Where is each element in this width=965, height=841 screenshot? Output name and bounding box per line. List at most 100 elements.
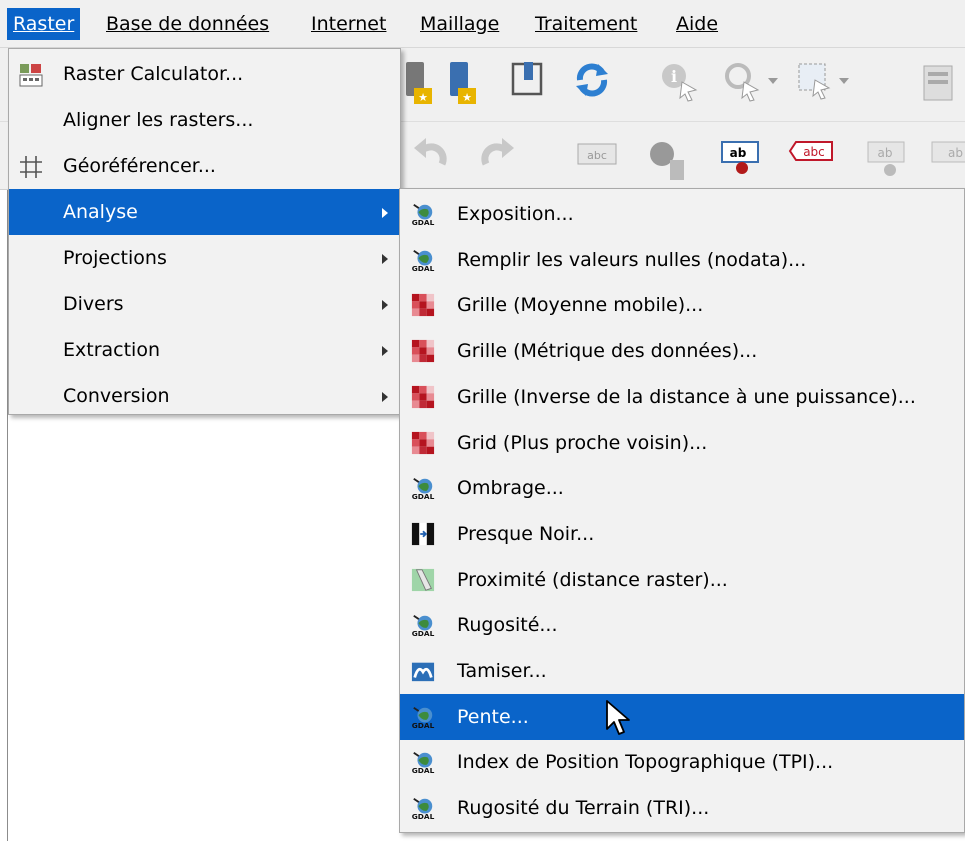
analyse-label: Analyse — [63, 201, 138, 223]
grid-red-icon — [411, 385, 435, 408]
projections-item[interactable]: Projections — [9, 235, 400, 281]
svg-text:GDAL: GDAL — [412, 629, 435, 637]
svg-text:GDAL: GDAL — [412, 721, 435, 729]
analyse-submenu-item[interactable]: GDAL Pente... — [400, 693, 964, 740]
submenu-arrow-icon — [382, 392, 388, 402]
grid-red-icon — [411, 431, 435, 454]
svg-text:★: ★ — [462, 91, 472, 104]
sieve-icon — [411, 662, 435, 682]
label-abc-red-icon[interactable]: abc — [788, 138, 834, 170]
analyse-submenu-label: Rugosité du Terrain (TRI)... — [457, 797, 710, 820]
extraction-item[interactable]: Extraction — [9, 327, 400, 373]
refresh-icon[interactable] — [572, 60, 612, 100]
menu-maillage[interactable]: Maillage — [414, 8, 505, 40]
analyse-submenu-label: Exposition... — [457, 203, 574, 225]
analyse-item[interactable]: Analyse — [9, 189, 400, 235]
analyse-submenu-item[interactable]: Grille (Inverse de la distance à une pui… — [400, 374, 964, 420]
submenu-arrow-icon — [382, 208, 388, 218]
analyse-submenu-item[interactable]: Grille (Moyenne mobile)... — [400, 282, 964, 328]
svg-text:★: ★ — [418, 91, 428, 104]
analyse-submenu-item[interactable]: Presque Noir... — [400, 511, 964, 557]
analyse-submenu-label: Presque Noir... — [457, 522, 595, 545]
gdal-icon: GDAL — [412, 706, 435, 729]
analyse-submenu-label: Index de Position Topographique (TPI)... — [457, 751, 834, 774]
aligner-rasters-label: Aligner les rasters... — [63, 109, 254, 131]
gdal-icon: GDAL — [412, 752, 435, 774]
raster-calculator-item[interactable]: Raster Calculator... — [9, 51, 400, 97]
analyse-submenu-item[interactable]: Proximité (distance raster)... — [400, 557, 964, 603]
analyse-submenu-item[interactable]: Grille (Métrique des données)... — [400, 328, 964, 374]
label-ab-gray-icon[interactable]: ab — [866, 138, 910, 182]
svg-text:ab: ab — [878, 146, 893, 160]
conversion-item[interactable]: Conversion — [9, 373, 400, 419]
analyse-submenu-item[interactable]: GDAL Remplir les valeurs nulles (nodata).… — [400, 237, 964, 283]
new-layer-star-blue-icon[interactable]: ★ — [448, 60, 478, 106]
proximity-icon — [411, 568, 435, 591]
projections-label: Projections — [63, 247, 167, 269]
label-abc-icon[interactable]: abc — [576, 140, 620, 170]
analyse-submenu-item[interactable]: GDAL Rugosité du Terrain (TRI)... — [400, 785, 964, 831]
bookmark-icon[interactable] — [510, 60, 546, 100]
conversion-label: Conversion — [63, 385, 170, 407]
identify-icon[interactable]: i — [660, 60, 702, 102]
analyse-submenu-label: Grille (Inverse de la distance à une pui… — [457, 385, 916, 408]
analyse-submenu-item[interactable]: GDAL Rugosité... — [400, 602, 964, 648]
submenu-arrow-icon — [382, 254, 388, 264]
menu-traitement[interactable]: Traitement — [529, 8, 643, 40]
analyse-submenu-label: Grille (Moyenne mobile)... — [457, 294, 704, 317]
svg-text:GDAL: GDAL — [412, 766, 435, 774]
gdal-icon: GDAL — [412, 249, 435, 272]
analyse-submenu-item[interactable]: GDAL Exposition... — [400, 191, 964, 237]
analyse-submenu-label: Tamiser... — [457, 660, 547, 682]
extraction-label: Extraction — [63, 339, 160, 361]
select-rectangle-icon[interactable] — [795, 60, 855, 102]
grid-red-icon — [411, 340, 435, 363]
gdal-icon: GDAL — [412, 798, 435, 820]
svg-text:abc: abc — [803, 145, 825, 159]
analyse-submenu-label: Grille (Métrique des données)... — [457, 340, 758, 363]
svg-text:abc: abc — [587, 149, 607, 162]
mouse-cursor-icon — [606, 700, 630, 735]
attributes-icon[interactable] — [920, 64, 960, 104]
svg-text:GDAL: GDAL — [412, 492, 435, 500]
redo-icon[interactable] — [476, 138, 516, 174]
divers-item[interactable]: Divers — [9, 281, 400, 327]
menu-base-de-donnees[interactable]: Base de données — [100, 8, 275, 40]
label-pin-icon[interactable] — [646, 138, 690, 182]
svg-text:ab: ab — [730, 146, 747, 160]
submenu-arrow-icon — [382, 346, 388, 356]
georeferencer-grid-icon — [20, 156, 42, 178]
svg-text:GDAL: GDAL — [412, 812, 435, 820]
label-abc-gray-icon[interactable]: ab — [930, 138, 965, 178]
aligner-rasters-item[interactable]: Aligner les rasters... — [9, 97, 400, 143]
analyse-submenu-item[interactable]: Grid (Plus proche voisin)... — [400, 420, 964, 466]
menu-aide[interactable]: Aide — [670, 8, 724, 40]
analyse-submenu-label: Pente... — [457, 705, 529, 728]
analyse-submenu: GDAL Exposition... GDAL Remplir les valeurs… — [399, 188, 965, 833]
analyse-submenu-label: Proximité (distance raster)... — [457, 568, 728, 591]
menu-bar: Raster Base de données Internet Maillage… — [0, 0, 965, 48]
gdal-icon: GDAL — [412, 615, 435, 637]
georeferencer-item[interactable]: Géoréférencer... — [9, 143, 400, 189]
label-ab-move-icon[interactable]: ab — [720, 134, 764, 178]
grid-red-icon — [411, 294, 435, 317]
raster-calculator-icon — [19, 64, 43, 87]
menu-internet[interactable]: Internet — [305, 8, 392, 40]
analyse-submenu-item[interactable]: GDAL Ombrage... — [400, 465, 964, 511]
undo-icon[interactable] — [412, 138, 452, 174]
zoom-select-icon[interactable] — [722, 60, 782, 102]
new-layer-star-icon[interactable]: ★ — [404, 60, 434, 106]
analyse-submenu-item[interactable]: GDAL Index de Position Topographique (TPI… — [400, 739, 964, 785]
gdal-icon: GDAL — [412, 204, 435, 226]
raster-calculator-label: Raster Calculator... — [63, 63, 244, 85]
analyse-submenu-label: Rugosité... — [457, 614, 558, 637]
submenu-arrow-icon — [382, 300, 388, 310]
menu-raster[interactable]: Raster — [7, 8, 81, 40]
analyse-submenu-label: Ombrage... — [457, 477, 564, 500]
divers-label: Divers — [63, 293, 124, 315]
svg-text:GDAL: GDAL — [412, 218, 435, 226]
svg-text:ab: ab — [948, 146, 963, 160]
analyse-submenu-label: Remplir les valeurs nulles (nodata)... — [457, 248, 807, 271]
nearblack-icon — [411, 522, 435, 545]
analyse-submenu-item[interactable]: Tamiser... — [400, 648, 964, 694]
